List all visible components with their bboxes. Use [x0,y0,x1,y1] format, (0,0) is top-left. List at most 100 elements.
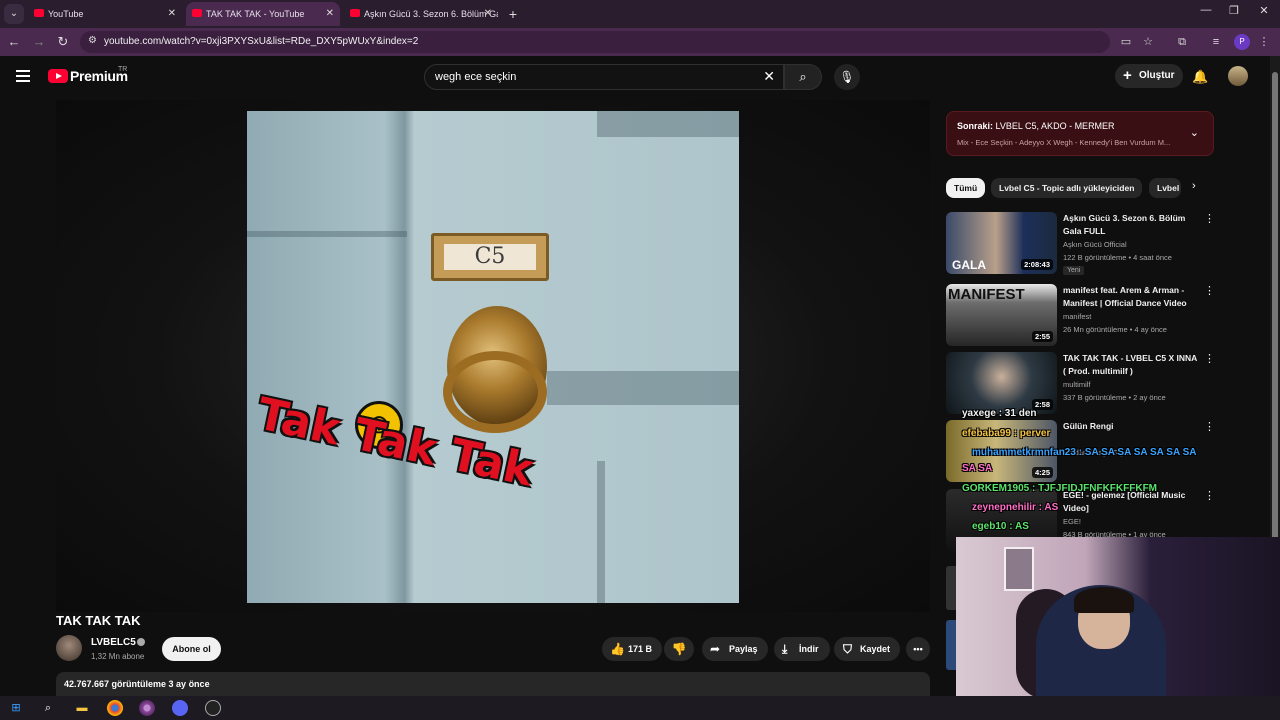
video-title[interactable]: TAK TAK TAK - LVBEL C5 X INNA ( Prod. mu… [1063,352,1199,378]
chevron-down-icon[interactable]: ⌄ [1190,126,1199,139]
description-box[interactable]: 42.767.667 görüntüleme 3 ay önce [56,672,930,696]
channel-name[interactable]: manifest [1063,312,1091,321]
download-icon: ⤓ [782,642,788,656]
site-info-icon[interactable]: ⚙ [88,35,97,46]
video-thumbnail[interactable]: MANIFEST 2:55 [946,284,1057,346]
mix-up-next-panel[interactable]: Sonraki: LVBEL C5, AKDO - MERMER Mix - E… [946,111,1214,156]
new-tab-button[interactable]: + [504,4,522,24]
chat-text: muhammetkrmnfan23 : SA SA SA SA SA SA SA [972,447,1197,458]
notifications-bell-icon[interactable]: 🔔 [1192,69,1208,85]
tab-youtube[interactable]: YouTube ✕ [28,2,182,26]
windows-start-icon[interactable]: ⊞ [8,700,24,716]
door-panel [597,111,739,137]
chat-text: zeynepnehilir : AS [972,502,1059,513]
download-label: İndir [799,644,819,654]
more-vertical-icon[interactable]: ⋮ [1204,284,1215,297]
download-button[interactable]: ⤓ İndir [774,637,830,661]
channel-name[interactable]: EGE! [1063,517,1081,526]
video-title[interactable]: manifest feat. Arem & Arman - Manifest |… [1063,284,1199,310]
chrome-profile-icon[interactable] [139,700,155,716]
video-duration: 2:55 [1031,331,1053,342]
address-bar[interactable]: ⚙ youtube.com/watch?v=0xji3PXYSxU&list=R… [80,31,1110,53]
chat-message: SA SA [962,463,992,474]
video-thumbnail[interactable]: GALA 2:08:43 [946,212,1057,274]
chevron-right-icon[interactable]: › [1192,180,1196,192]
recommendation-item[interactable]: 2:58 TAK TAK TAK - LVBEL C5 X INNA ( Pro… [946,352,1215,416]
forward-icon[interactable]: → [31,34,47,50]
video-title[interactable]: Gülün Rengi [1063,420,1199,433]
more-vertical-icon[interactable]: ⋮ [1204,212,1215,225]
media-control-icon[interactable]: ≡ [1208,34,1224,50]
reload-icon[interactable]: ↻ [55,34,71,50]
chrome-icon[interactable] [107,700,123,716]
chip-all[interactable]: Tümü [946,178,986,198]
more-vertical-icon[interactable]: ⋮ [1204,420,1215,433]
partial-thumbnail[interactable] [946,566,956,610]
channel-avatar[interactable] [56,635,82,661]
share-button[interactable]: ➦ Paylaş [702,637,768,661]
restore-icon[interactable]: ❐ [1224,4,1244,17]
tab-search-button[interactable]: ⌄ [4,4,24,24]
door-panel [247,231,407,237]
recommendation-item[interactable]: GALA 2:08:43 Aşkın Gücü 3. Sezon 6. Bölü… [946,212,1215,276]
subscribe-button[interactable]: Abone ol [162,637,221,661]
new-badge: Yeni [1063,266,1085,275]
up-next-label: Sonraki: [957,121,994,131]
channel-name[interactable]: LVBELC5 [91,637,136,648]
close-tab-icon[interactable]: ✕ [484,2,492,26]
partial-thumbnail[interactable] [946,620,956,670]
chat-message: zeynepnehilir : AS [972,502,1058,513]
hamburger-menu-icon[interactable] [16,70,30,82]
close-tab-icon[interactable]: ✕ [168,2,176,26]
like-button[interactable]: 👍 171 B [602,637,662,661]
recommendation-item[interactable]: MANIFEST 2:55 manifest feat. Arem & Arma… [946,284,1215,348]
search-button[interactable]: ⌕ [784,64,822,90]
search-input[interactable]: wegh ece seçkin ✕ [424,64,784,90]
file-explorer-icon[interactable]: ▬ [74,700,90,716]
thumbs-down-icon: 👎 [671,642,687,656]
bookmark-star-icon[interactable]: ☆ [1140,34,1156,50]
chat-text: yaxege : 31 den [962,408,1037,419]
youtube-logo-icon[interactable] [48,69,68,83]
extensions-icon[interactable]: ⧉ [1174,34,1190,50]
thumbnail-text: MANIFEST [948,286,1025,303]
more-vertical-icon[interactable]: ⋮ [1204,489,1215,502]
video-thumbnail[interactable]: 2:58 [946,352,1057,414]
dislike-button[interactable]: 👎 [664,637,694,661]
tab-tak-tak-tak[interactable]: TAK TAK TAK - YouTube ✕ [186,2,340,26]
chip-lvbel[interactable]: Lvbel [1149,178,1181,198]
channel-name[interactable]: Aşkın Gücü Official [1063,240,1127,249]
more-vertical-icon[interactable]: ⋮ [1204,352,1215,365]
voice-search-button[interactable]: 🎙 [834,64,860,90]
menu-icon[interactable]: ⋮ [1256,34,1272,50]
url-text: youtube.com/watch?v=0xji3PXYSxU&list=RDe… [104,36,419,47]
channel-name[interactable]: multimilf [1063,380,1091,389]
share-label: Paylaş [729,644,758,654]
obs-icon[interactable] [205,700,221,716]
browser-toolbar: ← → ↻ ⚙ youtube.com/watch?v=0xji3PXYSxU&… [0,28,1280,56]
more-actions-button[interactable]: ••• [906,637,930,661]
search-icon[interactable]: ⌕ [40,700,56,716]
browser-tab-strip: ⌄ YouTube ✕ TAK TAK TAK - YouTube ✕ Aşkı… [0,0,1280,28]
youtube-favicon-icon [350,9,360,17]
cast-icon[interactable]: ▭ [1118,34,1134,50]
streamer-hair [1074,587,1134,613]
back-icon[interactable]: ← [6,34,22,50]
video-title[interactable]: Aşkın Gücü 3. Sezon 6. Bölüm Gala FULL [1063,212,1199,238]
plate-text: C5 [444,244,536,270]
chip-topic-uploader[interactable]: Lvbel C5 - Topic adlı yükleyiciden [991,178,1143,198]
close-window-icon[interactable]: ✕ [1254,4,1274,17]
tab-askin-gucu[interactable]: Aşkın Gücü 3. Sezon 6. Bölüm Gala ✕ [344,2,498,26]
create-button[interactable]: + Oluştur [1115,64,1183,88]
chat-message: efebaba99 : perver [962,428,1050,439]
profile-avatar[interactable]: P [1234,34,1250,50]
account-avatar[interactable] [1228,66,1248,86]
save-button[interactable]: ⛉ Kaydet [834,637,900,661]
minimize-icon[interactable]: — [1196,4,1216,16]
video-cover-art[interactable]: C5 ⊕ Tak Tak Tak [247,111,739,603]
clear-search-icon[interactable]: ✕ [763,68,775,85]
more-horizontal-icon: ••• [913,644,923,654]
discord-icon[interactable] [172,700,188,716]
microphone-icon: 🎙 [839,70,855,84]
close-tab-icon[interactable]: ✕ [326,2,334,26]
